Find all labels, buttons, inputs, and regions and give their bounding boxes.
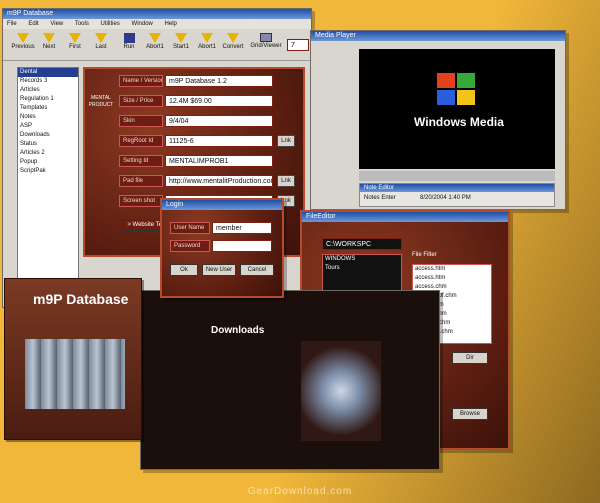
arrow-icon [201, 33, 213, 43]
regroot-link-button[interactable]: Lnk [277, 135, 295, 147]
downloads-title: Downloads [211, 325, 265, 336]
box-title: m9P Database [33, 291, 129, 307]
note-date: 8/20/2004 1:40 PM [420, 195, 471, 201]
main-window-title: m9P Database [3, 9, 311, 19]
list-item[interactable]: Templates [18, 104, 78, 113]
label-regroot: RegRoot Id [119, 135, 163, 147]
menu-tools[interactable]: Tools [75, 21, 89, 27]
tool-convert[interactable]: Convert [221, 33, 245, 50]
windows-logo-icon [437, 73, 477, 107]
arrow-icon [227, 33, 239, 43]
tool-previous[interactable]: Previous [11, 33, 35, 50]
screen-icon [260, 33, 272, 42]
tool-grid-viewer[interactable]: Grid/Viewer [249, 33, 283, 49]
list-item[interactable]: Articles 2 [18, 149, 78, 158]
arrow-icon [17, 33, 29, 43]
field-size[interactable]: 12.4M $69.00 [165, 95, 273, 107]
dir-button[interactable]: Dir [452, 352, 488, 364]
menu-bar: File Edit View Tools Utilities Window He… [3, 19, 311, 29]
downloads-art [301, 341, 381, 441]
menu-help[interactable]: Help [165, 21, 177, 27]
menu-utilities[interactable]: Utilities [101, 21, 120, 27]
menu-file[interactable]: File [7, 21, 17, 27]
ok-button[interactable]: Ok [170, 264, 198, 276]
count-field[interactable]: 7 [287, 39, 309, 51]
list-item[interactable]: ASP [18, 122, 78, 131]
note-editor-title: Note Editor [360, 184, 554, 192]
folder-windows[interactable]: WINDOWS [323, 255, 401, 264]
player-controls [359, 171, 555, 181]
field-skin[interactable]: 9/4/04 [165, 115, 273, 127]
mental-logo: MENTAL PRODUCT [88, 95, 114, 108]
media-window: Media Player Windows Media Note Editor N… [310, 30, 566, 210]
tool-last[interactable]: Last [89, 33, 113, 50]
note-author: Notes Enter [364, 195, 396, 201]
media-window-title: Media Player [311, 31, 565, 41]
menu-view[interactable]: View [50, 21, 63, 27]
menu-window[interactable]: Window [132, 21, 153, 27]
password-label: Password [170, 240, 210, 252]
tool-start[interactable]: Start1 [169, 33, 193, 50]
label-setting: Setting Id [119, 155, 163, 167]
label-size: Size / Price [119, 95, 163, 107]
login-dialog: Login User Name member Password Ok New U… [160, 198, 284, 298]
cancel-button[interactable]: Cancel [240, 264, 274, 276]
tool-run[interactable]: Run [117, 33, 141, 50]
list-item[interactable]: Popup [18, 158, 78, 167]
arrow-icon [175, 33, 187, 43]
windows-media-text: Windows Media [414, 115, 504, 129]
field-setting[interactable]: MENTALIMPROB1 [165, 155, 273, 167]
list-item[interactable]: access.htm [413, 274, 491, 283]
label-skin: Skin [119, 115, 163, 127]
list-item[interactable]: Notes [18, 113, 78, 122]
browse-button[interactable]: Browse [452, 408, 488, 420]
list-item[interactable]: Dental [18, 68, 78, 77]
tool-abort[interactable]: Abort1 [143, 33, 167, 50]
menu-edit[interactable]: Edit [28, 21, 38, 27]
folder-tours[interactable]: Tours [323, 264, 401, 273]
list-item[interactable]: Status [18, 140, 78, 149]
list-item[interactable]: ScriptPak [18, 167, 78, 176]
note-editor: Note Editor Notes Enter 8/20/2004 1:40 P… [359, 183, 555, 207]
watermark-text: GearDownload.com [247, 486, 353, 497]
tool-first[interactable]: First [63, 33, 87, 50]
disk-icon [123, 33, 135, 43]
label-screen: Screen shot [119, 195, 163, 207]
user-name-label: User Name [170, 222, 210, 234]
label-name: Name / Version [119, 75, 163, 87]
list-item[interactable]: Regulation 1 [18, 95, 78, 104]
arrow-icon [149, 33, 161, 43]
arrow-icon [95, 33, 107, 43]
new-user-button[interactable]: New User [202, 264, 236, 276]
video-area: Windows Media [359, 49, 555, 169]
label-pad: Pad file [119, 175, 163, 187]
left-list: Dental Records 3 Articles Regulation 1 T… [17, 67, 79, 282]
arrow-icon [43, 33, 55, 43]
password-input[interactable] [212, 240, 272, 252]
tool-abort-2[interactable]: Abort1 [195, 33, 219, 50]
field-regroot[interactable]: 11125-6 [165, 135, 273, 147]
list-item[interactable]: Records 3 [18, 77, 78, 86]
list-item[interactable]: Articles [18, 86, 78, 95]
login-title: Login [162, 200, 282, 210]
box-art: m9P Database [4, 278, 142, 440]
user-name-input[interactable]: member [212, 222, 272, 234]
downloads-window: Downloads [140, 290, 440, 470]
path-field[interactable]: C:\WORKSPC [322, 238, 402, 250]
file-filter-label: File Filter [412, 252, 437, 258]
toolbar: Previous Next First Last Run Abort1 Star… [3, 29, 311, 61]
list-item[interactable]: Downloads [18, 131, 78, 140]
tool-next[interactable]: Next [37, 33, 61, 50]
field-name[interactable]: m9P Database 1.2 [165, 75, 273, 87]
arrow-icon [69, 33, 81, 43]
field-pad[interactable]: http://www.mentalitProduction.com/PAD/m9 [165, 175, 273, 187]
list-item[interactable]: access.htm [413, 265, 491, 274]
file-editor-title: FileEditor [302, 212, 508, 222]
box-gears [25, 339, 125, 409]
pad-link-button[interactable]: Lnk [277, 175, 295, 187]
